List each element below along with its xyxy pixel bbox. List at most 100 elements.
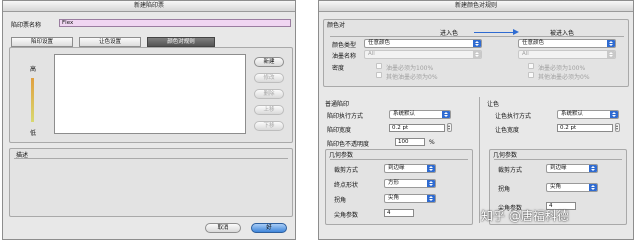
- entered-ink-100-checkbox[interactable]: [528, 63, 534, 69]
- color-type-label: 颜色类型: [332, 42, 357, 49]
- popup-arrows-icon: [607, 40, 615, 47]
- entered-color-type-value: 任意颜色: [522, 40, 545, 46]
- corner-label: 拐角: [334, 197, 347, 204]
- normal-trap-label: 普通陷印: [325, 101, 350, 108]
- description-group: 描述: [9, 148, 293, 217]
- popup-arrows-icon: [427, 165, 435, 172]
- dialog-title: 新建颜色对规则: [319, 1, 633, 12]
- ink-name-label: 油墨名称: [332, 53, 357, 60]
- trap-width-stepper[interactable]: [447, 123, 452, 132]
- tab-color-pair-rules[interactable]: 颜色对规则: [147, 37, 215, 47]
- clip-label: 裁剪方式: [334, 167, 359, 174]
- move-up-button[interactable]: 上移: [254, 105, 284, 115]
- description-text-area[interactable]: [14, 160, 288, 214]
- trap-opacity-label: 陷印色不透明度: [327, 141, 370, 148]
- popup-arrows-icon: [610, 111, 618, 118]
- popup-arrows-icon: [589, 165, 597, 172]
- geometry-label: 几何参数: [329, 152, 354, 159]
- trap-method-popup[interactable]: 系统默认: [389, 110, 451, 119]
- trap-opacity-unit: %: [429, 139, 435, 146]
- density-label: 密度: [332, 65, 345, 72]
- color-pair-divider: [330, 36, 624, 37]
- rules-list[interactable]: [54, 54, 246, 134]
- into-other-0-checkbox[interactable]: [376, 72, 382, 78]
- trap-width-label: 陷印宽度: [327, 127, 352, 134]
- tab-knockout-settings[interactable]: 让色设置: [79, 37, 141, 47]
- delete-rule-button[interactable]: 删除: [254, 89, 284, 99]
- clip-label: 裁剪方式: [498, 167, 523, 174]
- priority-gradient-bar: [31, 78, 34, 122]
- into-color-type-value: 任意颜色: [368, 40, 391, 46]
- name-field[interactable]: Flex: [59, 19, 291, 27]
- knockout-method-value: 系统默认: [561, 111, 584, 117]
- ok-button[interactable]: 好: [251, 223, 287, 233]
- knockout-label: 让色: [487, 101, 500, 108]
- move-down-button[interactable]: 下移: [254, 121, 284, 131]
- clip-popup[interactable]: 到边缘: [384, 164, 436, 173]
- end-shape-label: 终点形状: [334, 182, 359, 189]
- trap-opacity-field[interactable]: 100: [395, 138, 425, 146]
- modify-rule-button[interactable]: 修改: [254, 73, 284, 83]
- geometry-label: 几何参数: [493, 152, 518, 159]
- new-color-pair-rule-dialog: 新建颜色对规则 颜色对 进入色 被进入色 颜色类型 任意颜色 油墨名称 All …: [318, 0, 634, 240]
- clip-value: 到边缘: [550, 165, 567, 171]
- tab-trap-settings[interactable]: 陷印设置: [11, 37, 73, 47]
- geometry-group-trap: 几何参数 裁剪方式 到边缘 终点形状 方形 拐角 尖角 尖角参数 4: [325, 149, 473, 225]
- popup-arrows-icon: [589, 184, 597, 191]
- popup-arrows-icon: [427, 195, 435, 202]
- trap-width-field[interactable]: 0.2 pt: [389, 124, 445, 132]
- column-divider: [479, 97, 480, 223]
- new-trap-ticket-dialog: 新建陷印票 陷印票名称 Flex 陷印设置 让色设置 颜色对规则 高 低 新建 …: [2, 0, 296, 240]
- knockout-method-popup[interactable]: 系统默认: [557, 110, 619, 119]
- into-ink-100-label: 油墨必须为100%: [386, 65, 434, 72]
- color-pair-group: 颜色对 进入色 被进入色 颜色类型 任意颜色 油墨名称 All 密度 油墨必须为…: [323, 19, 629, 87]
- corner-popup[interactable]: 尖角: [384, 194, 436, 203]
- entered-other-0-label: 其他油墨必须为0%: [538, 74, 590, 81]
- into-ink-name-value: All: [368, 51, 375, 57]
- rules-panel: 高 低 新建 修改 删除 上移 下移: [9, 47, 293, 143]
- into-ink-100-checkbox[interactable]: [376, 63, 382, 69]
- popup-arrows-icon: [442, 111, 450, 118]
- knockout-width-field[interactable]: 0.2 pt: [557, 124, 613, 132]
- corner-label: 拐角: [498, 186, 511, 193]
- knockout-width-label: 让色宽度: [495, 127, 520, 134]
- geometry-divider: [494, 159, 622, 160]
- clip-value: 到边缘: [388, 165, 405, 171]
- corner-value: 尖角: [388, 195, 400, 201]
- entered-ink-name-popup[interactable]: All: [518, 50, 616, 59]
- priority-low-label: 低: [30, 130, 37, 137]
- into-color-type-popup[interactable]: 任意颜色: [364, 39, 482, 48]
- dialog-title: 新建陷印票: [3, 1, 295, 12]
- description-divider: [14, 158, 288, 159]
- knockout-method-label: 让色执行方式: [495, 113, 532, 120]
- into-ink-name-popup[interactable]: All: [364, 50, 482, 59]
- color-pair-label: 颜色对: [327, 22, 346, 29]
- popup-arrows-icon: [427, 180, 435, 187]
- corner-value: 尖角: [550, 184, 562, 190]
- corner-popup[interactable]: 尖角: [546, 183, 598, 192]
- popup-arrows-icon: [473, 51, 481, 58]
- name-label: 陷印票名称: [11, 22, 42, 29]
- miter-field[interactable]: 4: [384, 209, 414, 217]
- popup-arrows-icon: [473, 40, 481, 47]
- miter-label: 尖角参数: [334, 212, 359, 219]
- knockout-width-stepper[interactable]: [615, 123, 620, 132]
- trap-method-label: 陷印执行方式: [327, 113, 364, 120]
- entered-other-0-checkbox[interactable]: [528, 72, 534, 78]
- entered-color-type-popup[interactable]: 任意颜色: [518, 39, 616, 48]
- trap-method-value: 系统默认: [393, 111, 416, 117]
- clip-popup[interactable]: 到边缘: [546, 164, 598, 173]
- direction-arrowhead-icon: [513, 29, 519, 35]
- entered-ink-name-value: All: [522, 51, 529, 57]
- new-rule-button[interactable]: 新建: [254, 57, 284, 67]
- watermark: 知乎 @唐福科德: [481, 209, 569, 223]
- popup-arrows-icon: [607, 51, 615, 58]
- priority-high-label: 高: [30, 66, 37, 73]
- into-other-0-label: 其他油墨必须为0%: [386, 74, 438, 81]
- entered-ink-100-label: 油墨必须为100%: [538, 65, 586, 72]
- direction-arrow-icon: [474, 32, 514, 33]
- end-shape-popup[interactable]: 方形: [384, 179, 436, 188]
- end-shape-value: 方形: [388, 180, 400, 186]
- cancel-button[interactable]: 取消: [205, 223, 241, 233]
- geometry-divider: [330, 159, 468, 160]
